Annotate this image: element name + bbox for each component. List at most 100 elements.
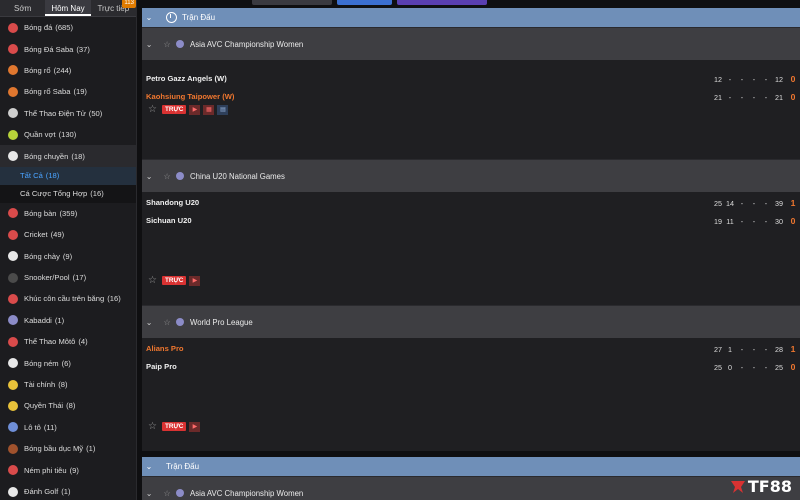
sidebar-item[interactable]: Bóng rổ (244) (0, 60, 136, 81)
sidebar-item-count: (11) (43, 422, 57, 432)
sidebar-item[interactable]: Bóng chuyền (18) (0, 145, 136, 167)
sidebar-item[interactable]: Lô tô (11) (0, 417, 136, 438)
sidebar-subitem[interactable]: Tất Cả (18) (0, 166, 136, 185)
sport-icon (8, 251, 18, 262)
play-video-icon[interactable]: ▶ (189, 104, 201, 115)
chevron-down-icon[interactable]: ⌄ (142, 462, 156, 471)
section-header[interactable]: ⌄ Trận Đấu (142, 457, 800, 476)
sidebar-item-label: Bóng chày (24, 251, 60, 261)
tab-live[interactable]: Trực tiếp 113 (91, 0, 136, 16)
set-score: - (740, 344, 744, 354)
sidebar-item[interactable]: Khúc côn cầu trên băng (16) (0, 288, 136, 309)
sidebar-item-count: (8) (66, 401, 76, 411)
chevron-down-icon[interactable]: ⌄ (142, 318, 156, 327)
sidebar-item-count: (49) (50, 230, 65, 240)
set-score: 11 (726, 216, 734, 226)
sidebar-item-count: (1) (61, 487, 71, 496)
favorite-star-icon[interactable]: ☆ (160, 172, 174, 181)
set-score: - (764, 74, 768, 84)
sidebar-item-count: (4) (78, 337, 88, 347)
sidebar-item[interactable]: Bóng Đá Saba (37) (0, 38, 136, 59)
sidebar-item[interactable]: Bóng ném (6) (0, 352, 136, 373)
sidebar-item-label: Bóng ném (24, 358, 59, 368)
sport-icon (8, 151, 18, 162)
search-input[interactable] (252, 0, 332, 5)
brand-logo: TF88 (730, 477, 792, 496)
favorite-star-icon[interactable]: ☆ (148, 421, 157, 432)
sidebar-item[interactable]: Đánh Golf (1) (0, 481, 136, 500)
live-badge[interactable]: TRỰC (161, 422, 187, 431)
toolbar-button-2[interactable] (397, 0, 487, 5)
sidebar-item[interactable]: Quần vợt (130) (0, 124, 136, 145)
team-name: Alians Pro (146, 344, 184, 353)
sidebar-item-label: Ném phi tiêu (24, 465, 67, 475)
score-line: 19 11 - - - 30 0 (712, 216, 800, 226)
chevron-down-icon[interactable]: ⌄ (142, 13, 156, 22)
set-score: 1 (728, 344, 732, 354)
sidebar-item[interactable]: Bóng bàn (359) (0, 203, 136, 224)
live-badge[interactable]: TRỰC (161, 105, 187, 114)
league-name: World Pro League (190, 317, 253, 327)
favorite-star-icon[interactable]: ☆ (148, 104, 157, 115)
play-video-icon[interactable]: ▶ (189, 275, 201, 286)
set-score: - (740, 74, 744, 84)
sidebar-item[interactable]: Tài chính (8) (0, 374, 136, 395)
tab-early[interactable]: Sớm (0, 0, 45, 16)
favorite-star-icon[interactable]: ☆ (148, 275, 157, 286)
sidebar-item[interactable]: Ném phi tiêu (9) (0, 459, 136, 480)
sidebar-subitem[interactable]: Cá Cược Tổng Hợp (16) (0, 184, 136, 203)
chevron-down-icon[interactable]: ⌄ (142, 40, 156, 49)
sidebar-item[interactable]: Cricket (49) (0, 224, 136, 245)
match-row[interactable]: Alians Pro Paip Pro 27 1 - - - 28 1 25 0… (142, 338, 800, 451)
sidebar-item[interactable]: Quyền Thái (8) (0, 395, 136, 416)
favorite-star-icon[interactable]: ☆ (160, 489, 174, 498)
chevron-down-icon[interactable]: ⌄ (142, 489, 156, 498)
total-score: 30 (775, 216, 783, 226)
favorite-star-icon[interactable]: ☆ (160, 40, 174, 49)
sidebar-item-label: Tài chính (24, 380, 56, 390)
sidebar-item-label: Khúc côn cầu trên băng (24, 294, 105, 304)
scoreboard-icon[interactable]: ▤ (217, 104, 229, 115)
sidebar-item-label: Bóng Đá Saba (24, 44, 74, 54)
toolbar-button[interactable] (337, 0, 392, 5)
set-score: - (740, 216, 744, 226)
live-count-badge: 113 (122, 0, 136, 8)
match-row[interactable]: Shandong U20 Sichuan U20 25 14 - - - 39 … (142, 192, 800, 305)
set-score: - (740, 92, 744, 102)
chevron-down-icon[interactable]: ⌄ (142, 172, 156, 181)
set-score: - (728, 92, 732, 102)
sidebar-item[interactable]: Thể Thao Điện Tử (50) (0, 103, 136, 124)
favorite-star-icon[interactable]: ☆ (160, 318, 174, 327)
league-flag-icon (176, 172, 184, 180)
sidebar-item-count: (130) (58, 130, 77, 140)
sidebar-item-count: (16) (107, 294, 121, 304)
sport-icon (8, 400, 18, 411)
match-row[interactable]: Petro Gazz Angels (W) Kaohsiung Taipower… (142, 60, 800, 159)
tab-today[interactable]: Hôm Nay (45, 0, 91, 16)
sidebar-item[interactable]: Thể Thao Môtô (4) (0, 331, 136, 352)
sidebar-item[interactable]: Snooker/Pool (17) (0, 267, 136, 288)
sidebar-item[interactable]: Bóng rổ Saba (19) (0, 81, 136, 102)
score-line: 25 14 - - - 39 1 (712, 198, 800, 208)
sidebar-tabs: Sớm Hôm Nay Trực tiếp 113 (0, 0, 136, 17)
sidebar-item[interactable]: Bóng đá (685) (0, 17, 136, 38)
league-header[interactable]: ⌄ ☆ Asia AVC Championship Women (142, 27, 800, 60)
sport-icon (8, 379, 18, 390)
league-header[interactable]: ⌄ ☆ World Pro League (142, 305, 800, 338)
sidebar-item[interactable]: Bóng chày (9) (0, 246, 136, 267)
league-header[interactable]: ⌄ ☆ Asia AVC Championship Women (142, 476, 800, 500)
set-score: 19 (714, 216, 722, 226)
total-score: 28 (775, 344, 783, 354)
sidebar-item-label: Đánh Golf (24, 487, 59, 496)
set-score: 12 (714, 74, 722, 84)
league-header[interactable]: ⌄ ☆ China U20 National Games (142, 159, 800, 192)
sidebar-item[interactable]: Bóng bầu dục Mỹ (1) (0, 438, 136, 459)
team-name: Petro Gazz Angels (W) (146, 74, 227, 83)
live-badge[interactable]: TRỰC (161, 276, 187, 285)
match-actions: ☆ TRỰC ▶ ▦ ▤ (148, 104, 231, 115)
sport-icon (8, 129, 18, 140)
sidebar-item[interactable]: Kabaddi (1) (0, 310, 136, 331)
play-video-icon[interactable]: ▶ (189, 421, 201, 432)
section-header[interactable]: ⌄ Trận Đấu (142, 8, 800, 27)
stats-icon[interactable]: ▦ (203, 104, 215, 115)
